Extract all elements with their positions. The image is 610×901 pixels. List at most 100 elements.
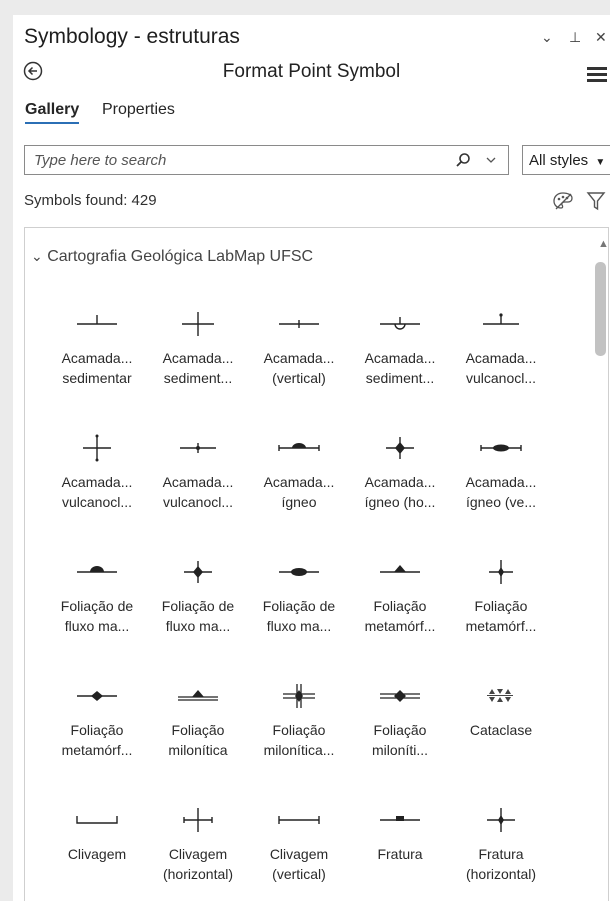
symbol-item[interactable]: Acamada... ígneo xyxy=(249,434,349,512)
symbol-label-line1: Acamada... xyxy=(61,350,133,366)
symbol-label: Foliação metamórf... xyxy=(350,596,450,636)
symbol-label-line2: (horizontal) xyxy=(465,866,537,882)
bedding-overturned-icon xyxy=(380,317,420,330)
bedding-cross-icon xyxy=(182,312,214,336)
symbol-label: Clivagem (vertical) xyxy=(249,844,349,884)
search-icon[interactable] xyxy=(455,152,471,168)
symbol-item[interactable]: Cataclase xyxy=(451,682,551,740)
mylonitic-foliation-vertical-icon xyxy=(380,690,420,702)
symbol-item[interactable]: Acamada... sediment... xyxy=(148,310,248,388)
symbol-label-line2: sediment... xyxy=(365,370,435,386)
symbol-item[interactable]: Foliação de fluxo ma... xyxy=(148,558,248,636)
tab-gallery[interactable]: Gallery xyxy=(25,101,80,124)
symbol-item[interactable]: Foliação metamórf... xyxy=(350,558,450,636)
flow-foliation-vertical-icon xyxy=(279,568,319,576)
pin-icon[interactable]: ⊥ xyxy=(569,29,581,46)
bedding-sedimentary-icon xyxy=(77,315,117,325)
bedding-volcaniclastic-icon xyxy=(483,313,519,325)
symbol-label-line2: milonítica xyxy=(168,742,228,758)
flow-foliation-icon xyxy=(77,566,117,573)
fracture-icon xyxy=(380,816,420,821)
scrollbar-thumb[interactable] xyxy=(595,262,606,356)
symbol-label-line2: sedimentar xyxy=(62,370,132,386)
mylonitic-foliation-horizontal-icon xyxy=(283,684,315,708)
symbol-item[interactable]: Fratura (horizontal) xyxy=(451,806,551,884)
mylonitic-foliation-icon xyxy=(178,690,218,701)
symbol-item[interactable]: Foliação miloníti... xyxy=(350,682,450,760)
symbol-label: Foliação milonítica xyxy=(148,720,248,760)
symbol-label: Acamada... ígneo xyxy=(249,472,349,512)
symbol-item[interactable]: Foliação de fluxo ma... xyxy=(47,558,147,636)
symbol-item[interactable]: Clivagem xyxy=(47,806,147,864)
symbol-grid: Acamada... sedimentar Acamada... sediment..… xyxy=(25,228,595,901)
symbol-item[interactable]: Acamada... vulcanocl... xyxy=(148,434,248,512)
symbol-item[interactable]: Clivagem (horizontal) xyxy=(148,806,248,884)
symbol-label: Fratura (horizontal) xyxy=(451,844,551,884)
format-point-symbol-heading: Format Point Symbol xyxy=(222,61,401,82)
symbol-label-line1: Acamada... xyxy=(162,350,234,366)
cleavage-icon xyxy=(76,816,118,824)
symbol-label: Acamada... (vertical) xyxy=(249,348,349,388)
symbol-item[interactable]: Acamada... sediment... xyxy=(350,310,450,388)
symbol-label: Acamada... sedimentar xyxy=(47,348,147,388)
bedding-igneous-vertical-icon xyxy=(480,444,522,452)
symbol-label-line1: Clivagem xyxy=(269,846,329,862)
symbol-label-line1: Foliação xyxy=(70,722,124,738)
symbol-label-line2: fluxo ma... xyxy=(266,618,332,634)
symbol-label-line1: Fratura xyxy=(478,846,524,862)
symbol-label: Acamada... ígneo (ve... xyxy=(451,472,551,512)
symbol-label: Foliação metamórf... xyxy=(451,596,551,636)
symbol-item[interactable]: Foliação milonítica xyxy=(148,682,248,760)
symbol-label-line2: (vertical) xyxy=(272,370,326,386)
symbol-item[interactable]: Acamada... sedimentar xyxy=(47,310,147,388)
symbol-item[interactable]: Foliação metamórf... xyxy=(47,682,147,760)
symbol-label: Acamada... ígneo (ho... xyxy=(350,472,450,512)
symbol-label-line2: milonítica... xyxy=(263,742,335,758)
symbol-label: Foliação miloníti... xyxy=(350,720,450,760)
symbol-label-line2: metamórf... xyxy=(364,618,436,634)
symbol-label-line1: Fratura xyxy=(377,846,423,862)
symbol-label-line2: ígneo (ve... xyxy=(465,494,537,510)
pane-options-icon[interactable]: ⌄ xyxy=(541,29,553,46)
scroll-up-icon[interactable]: ▲ xyxy=(598,238,608,250)
symbol-item[interactable]: Acamada... vulcanocl... xyxy=(47,434,147,512)
symbol-item[interactable]: Foliação milonítica... xyxy=(249,682,349,760)
symbol-item[interactable]: Acamada... ígneo (ho... xyxy=(350,434,450,512)
symbol-label-line2: fluxo ma... xyxy=(64,618,130,634)
symbol-item[interactable]: Fratura xyxy=(350,806,450,864)
symbol-label-line1: Foliação xyxy=(171,722,225,738)
symbol-label-line2: vulcanocl... xyxy=(61,494,133,510)
style-filter-value: All styles xyxy=(529,152,589,169)
menu-icon[interactable] xyxy=(583,64,609,84)
symbol-label-line1: Clivagem xyxy=(168,846,228,862)
symbol-item[interactable]: Foliação de fluxo ma... xyxy=(249,558,349,636)
style-filter-dropdown[interactable]: All styles ▼ xyxy=(522,145,610,175)
symbol-label-line2: metamórf... xyxy=(465,618,537,634)
chevron-down-icon[interactable] xyxy=(485,155,497,165)
symbol-item[interactable]: Clivagem (vertical) xyxy=(249,806,349,884)
symbol-label-line2: ígneo (ho... xyxy=(364,494,436,510)
symbol-label: Acamada... vulcanocl... xyxy=(47,472,147,512)
palette-icon[interactable] xyxy=(552,191,574,211)
symbol-gallery: ⌄ Cartografia Geológica LabMap UFSC ▲ Ac… xyxy=(24,227,609,901)
symbol-item[interactable]: Acamada... ígneo (ve... xyxy=(451,434,551,512)
close-icon[interactable]: ✕ xyxy=(595,29,607,46)
symbol-label-line2: (horizontal) xyxy=(162,866,234,882)
cleavage-vertical-icon xyxy=(278,816,320,824)
symbol-item[interactable]: Acamada... vulcanocl... xyxy=(451,310,551,388)
symbol-label: Foliação de fluxo ma... xyxy=(148,596,248,636)
symbol-label-line1: Foliação xyxy=(373,722,427,738)
symbol-label-line2: miloníti... xyxy=(371,742,428,758)
filter-icon[interactable] xyxy=(586,190,606,212)
pane-title: Symbology - estruturas xyxy=(24,25,240,48)
symbol-item[interactable]: Acamada... (vertical) xyxy=(249,310,349,388)
symbol-label-line1: Acamada... xyxy=(162,474,234,490)
symbol-label: Clivagem (horizontal) xyxy=(148,844,248,884)
search-input[interactable]: Type here to search xyxy=(24,145,509,175)
symbol-label: Foliação de fluxo ma... xyxy=(47,596,147,636)
symbol-label-line2: (vertical) xyxy=(272,866,326,882)
tab-properties[interactable]: Properties xyxy=(102,101,175,119)
symbol-item[interactable]: Foliação metamórf... xyxy=(451,558,551,636)
symbol-label-line2: fluxo ma... xyxy=(165,618,231,634)
symbol-label-line1: Foliação de xyxy=(262,598,336,614)
